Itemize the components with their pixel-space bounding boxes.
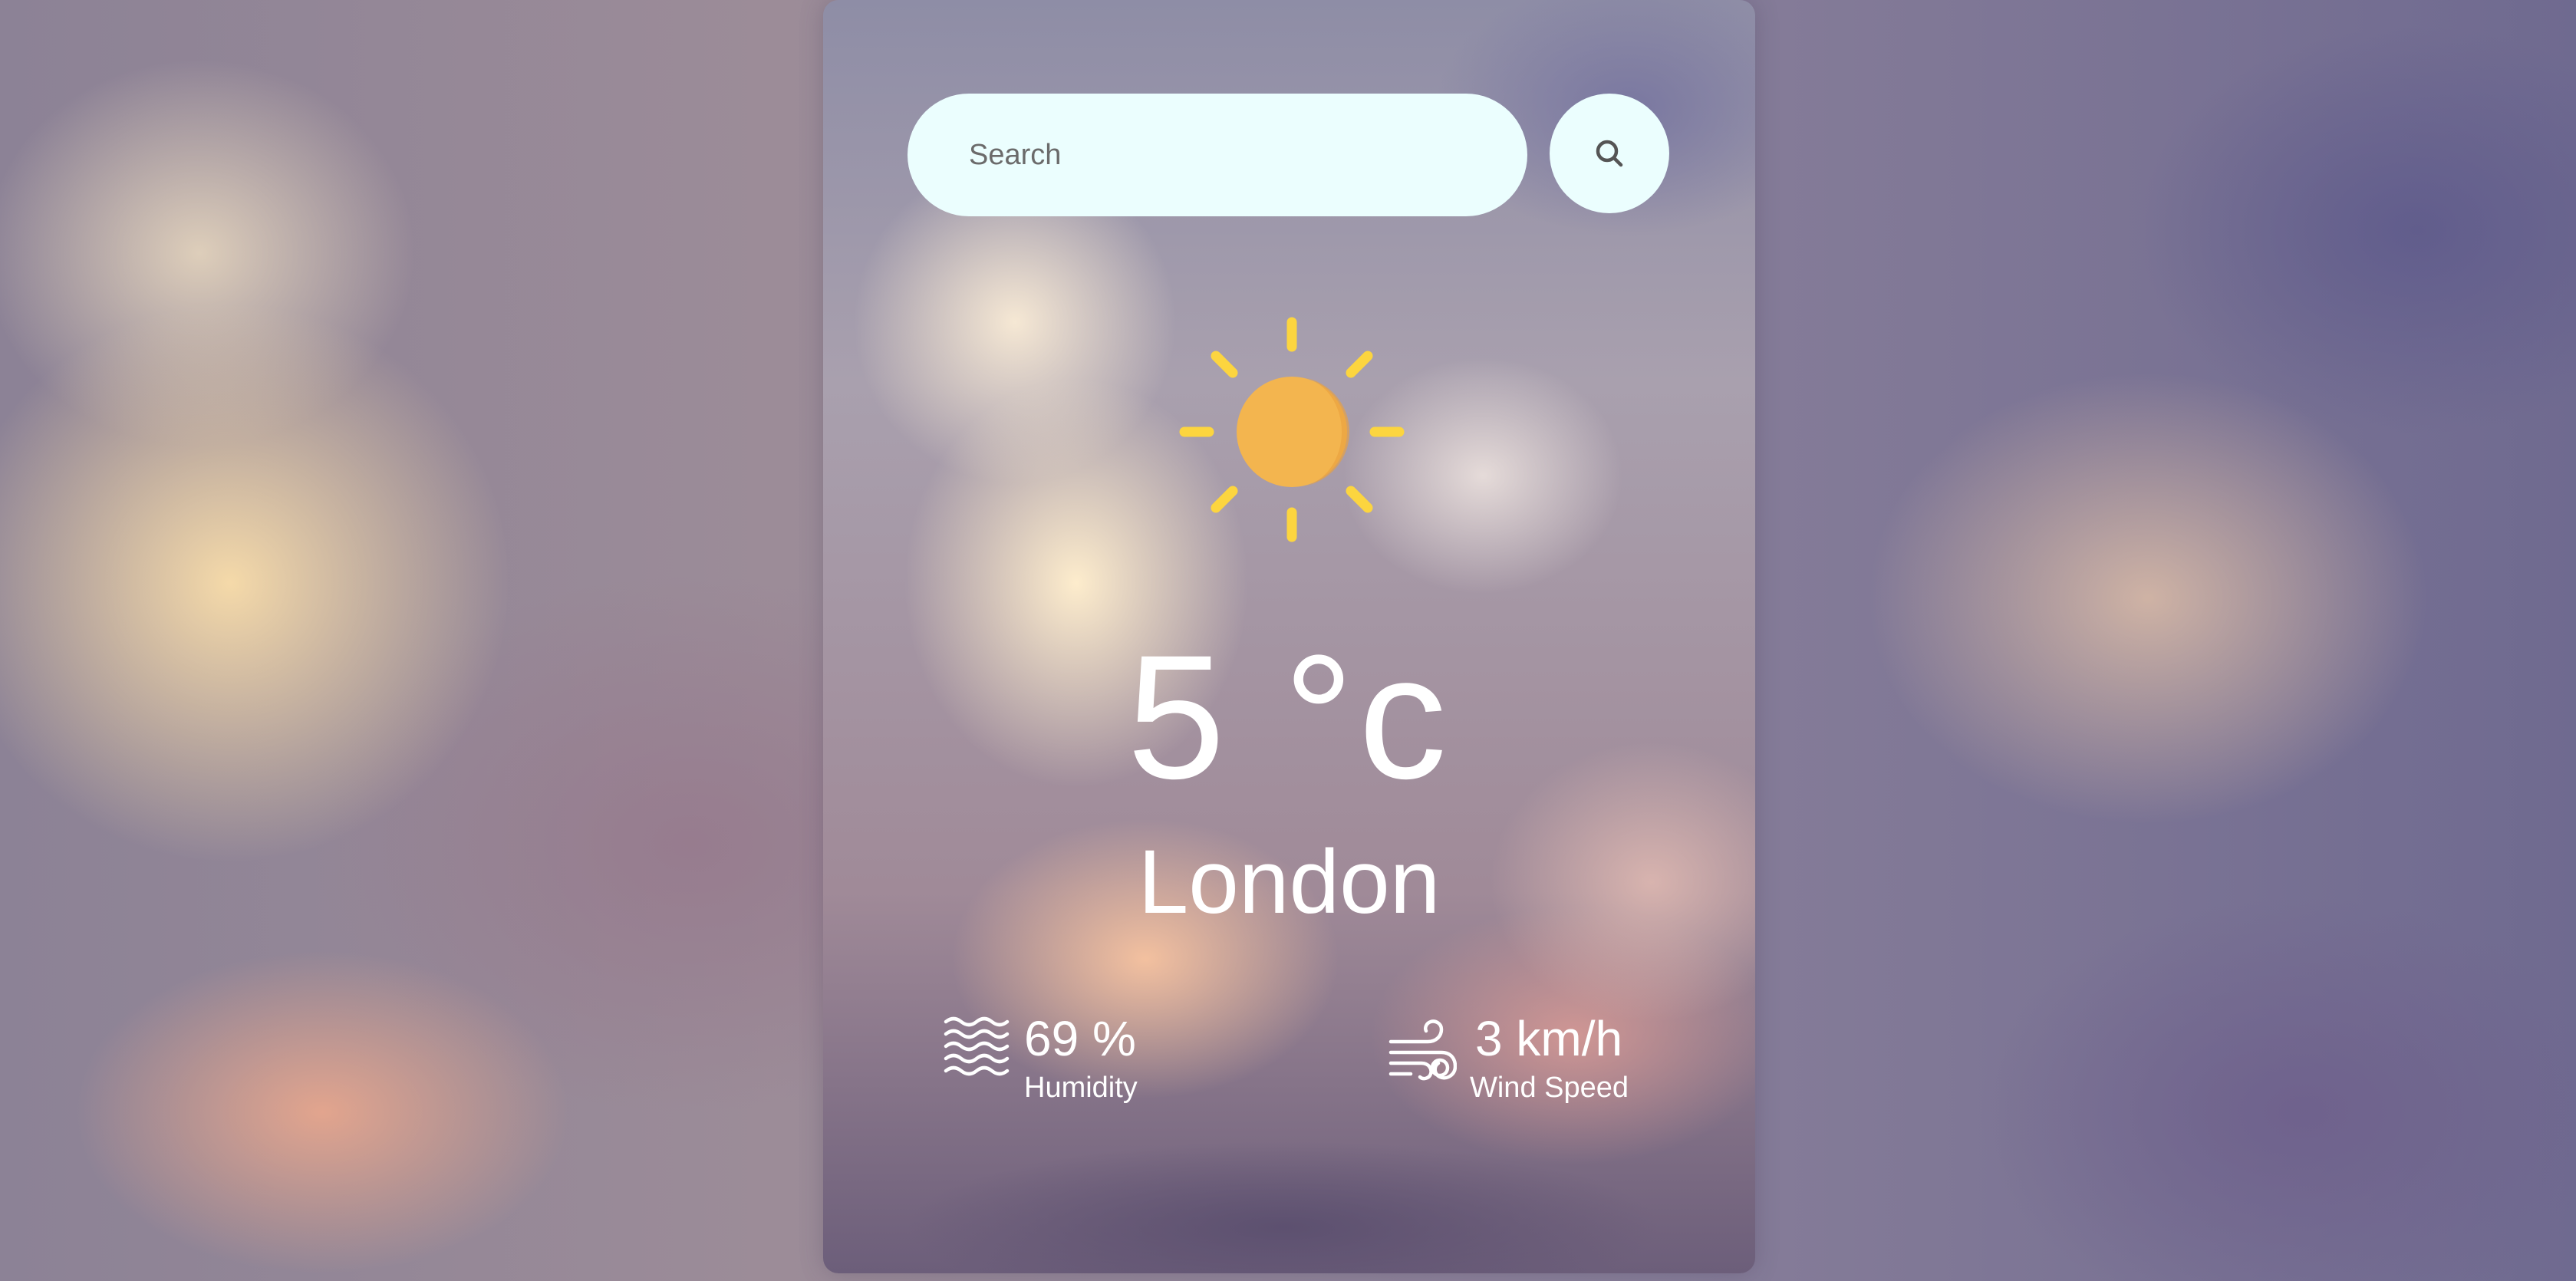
- sun-icon: [1179, 317, 1405, 542]
- humidity-icon: [944, 1016, 1010, 1076]
- wind-speed-value: 3 km/h: [1475, 1011, 1623, 1066]
- city-name: London: [1138, 831, 1441, 933]
- search-button[interactable]: [1550, 94, 1669, 213]
- search-input[interactable]: [908, 94, 1527, 216]
- weather-card: 5 °c London 69 % Humidity 3 km/h Wind Sp…: [823, 0, 1755, 1273]
- wind-icon: [1388, 1019, 1457, 1081]
- humidity-label: Humidity: [1024, 1072, 1138, 1104]
- wind-speed-label: Wind Speed: [1470, 1072, 1629, 1104]
- search-icon: [1596, 140, 1623, 167]
- humidity-value: 69 %: [1024, 1011, 1136, 1066]
- temperature-value: 5 °c: [1127, 618, 1451, 815]
